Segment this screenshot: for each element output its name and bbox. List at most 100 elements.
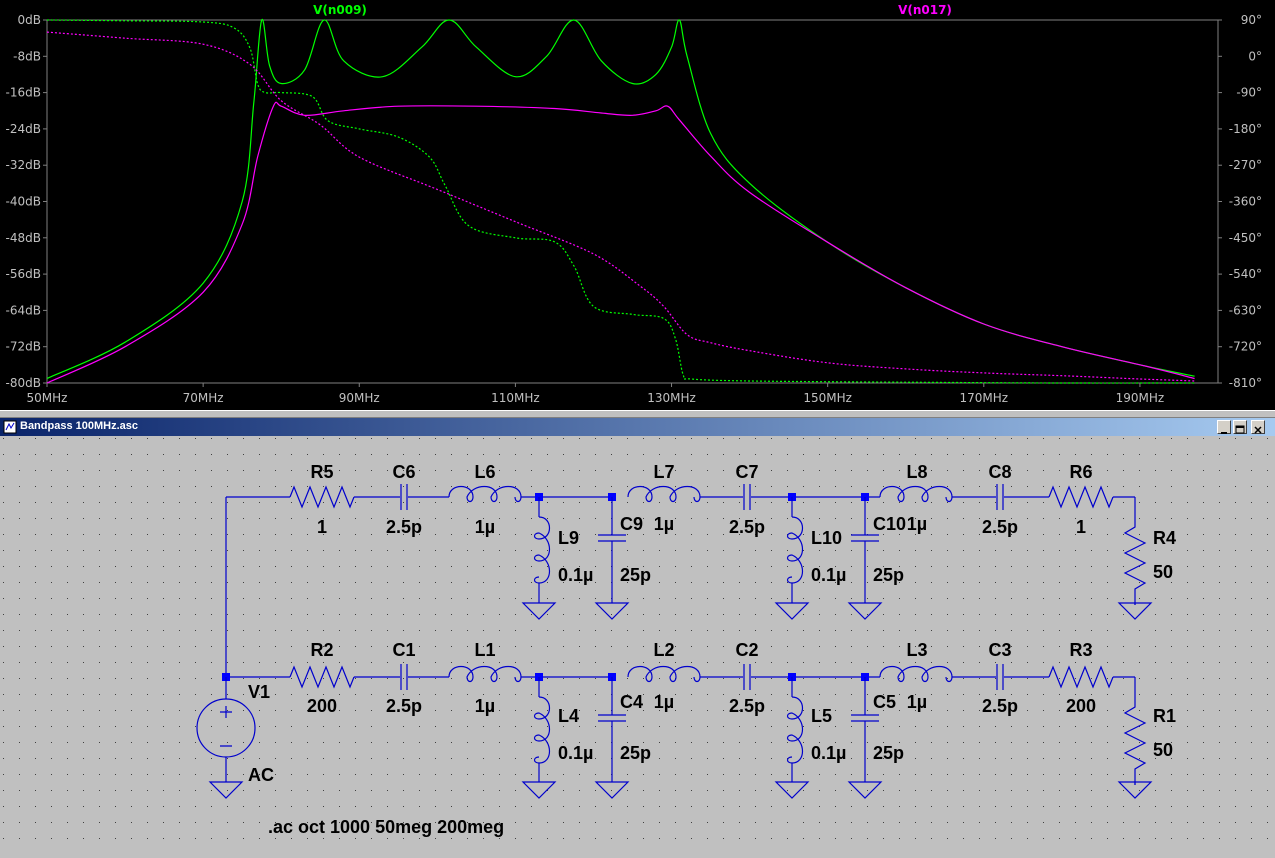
label-R4: R4 [1153,528,1176,548]
y-axis-left-ticks: 0dB -8dB -16dB -24dB -32dB -40dB -48dB -56dB -64… [6,13,47,390]
y-right-tick-label: 90° [1241,13,1262,27]
value-C10: 25p [873,565,904,585]
y-left-tick-label: -80dB [6,376,41,390]
label-C3: C3 [988,640,1011,660]
value-L2: 1µ [654,692,674,712]
label-R3: R3 [1069,640,1092,660]
x-tick-label: 90MHz [339,391,380,405]
minimize-button[interactable] [1217,420,1231,434]
plot-area[interactable] [46,19,1219,384]
y-right-tick-label: -360° [1229,195,1262,209]
spice-directive[interactable]: .ac oct 1000 50meg 200meg [268,817,504,837]
waveform-viewer[interactable]: 0dB -8dB -16dB -24dB -32dB -40dB -48dB -56dB -64… [0,0,1275,410]
label-C7: C7 [735,462,758,482]
x-tick-label: 70MHz [183,391,224,405]
y-right-tick-label: -630° [1229,303,1262,317]
label-L10: L10 [811,528,842,548]
label-L9: L9 [558,528,579,548]
y-left-tick-label: -24dB [6,122,41,136]
y-right-tick-label: -90° [1236,86,1262,100]
label-C10: C10 [873,514,906,534]
y-left-tick-label: -16dB [6,86,41,100]
x-tick-label: 110MHz [491,391,540,405]
label-C1: C1 [392,640,415,660]
y-right-tick-label: -450° [1229,231,1262,245]
value-C7: 2.5p [729,517,765,537]
y-left-tick-label: -8dB [13,49,41,63]
y-axis-right-ticks: 90° 0° -90° -180° -270° -360° -450° -540° -630° -… [1218,13,1262,390]
y-right-tick-label: -810° [1229,376,1262,390]
label-L4: L4 [558,706,579,726]
y-left-tick-label: -48dB [6,231,41,245]
y-right-tick-label: 0° [1248,49,1262,63]
trace-label-vn009[interactable]: V(n009) [313,3,367,17]
value-R3: 200 [1066,696,1096,716]
y-left-tick-label: -56dB [6,267,41,281]
value-C1: 2.5p [386,696,422,716]
label-C5: C5 [873,692,896,712]
y-right-tick-label: -720° [1229,340,1262,354]
source-name: V1 [248,682,270,702]
value-L9: 0.1µ [558,565,593,585]
schematic-titlebar[interactable]: Bandpass 100MHz.asc [0,418,1275,436]
label-C6: C6 [392,462,415,482]
x-tick-label: 150MHz [803,391,852,405]
label-R2: R2 [310,640,333,660]
label-L2: L2 [653,640,674,660]
value-L5: 0.1µ [811,743,846,763]
trace-label-vn017[interactable]: V(n017) [898,3,952,17]
label-C8: C8 [988,462,1011,482]
label-R6: R6 [1069,462,1092,482]
value-R4: 50 [1153,562,1173,582]
value-C5: 25p [873,743,904,763]
y-right-tick-label: -180° [1229,122,1262,136]
label-L5: L5 [811,706,832,726]
schematic-icon [3,420,17,434]
minimize-icon [1221,432,1227,434]
window-title: Bandpass 100MHz.asc [20,420,138,432]
x-tick-label: 130MHz [647,391,696,405]
value-R1: 50 [1153,740,1173,760]
y-left-tick-label: -40dB [6,195,41,209]
schematic-window[interactable]: Bandpass 100MHz.asc V1 AC R5 1 C6 2.5p L… [0,418,1275,858]
value-C2: 2.5p [729,696,765,716]
y-right-tick-label: -270° [1229,158,1262,172]
label-C4: C4 [620,692,643,712]
pane-splitter[interactable] [0,410,1275,418]
x-tick-label: 50MHz [27,391,68,405]
y-left-tick-label: -32dB [6,158,41,172]
y-left-tick-label: -72dB [6,340,41,354]
value-L8: 1µ [907,514,927,534]
label-L7: L7 [653,462,674,482]
value-R6: 1 [1076,517,1086,537]
value-C8: 2.5p [982,517,1018,537]
close-icon [1254,426,1262,434]
value-L7: 1µ [654,514,674,534]
close-button[interactable] [1251,420,1265,434]
label-L1: L1 [474,640,495,660]
maximize-button[interactable] [1233,420,1247,434]
x-axis-ticks: 50MHz 70MHz 90MHz 110MHz 130MHz 150MHz 170MHz 1… [27,383,1165,405]
value-C3: 2.5p [982,696,1018,716]
value-L10: 0.1µ [811,565,846,585]
label-R1: R1 [1153,706,1176,726]
bode-plot[interactable]: 0dB -8dB -16dB -24dB -32dB -40dB -48dB -56dB -64… [0,0,1275,410]
value-L6: 1µ [475,517,495,537]
maximize-icon [1235,425,1245,434]
schematic-canvas[interactable]: V1 AC R5 1 C6 2.5p L6 1µ L9 0.1µ C9 25p … [3,438,1269,852]
label-C2: C2 [735,640,758,660]
x-tick-label: 170MHz [960,391,1009,405]
source-value: AC [248,765,274,785]
label-C9: C9 [620,514,643,534]
x-tick-label: 190MHz [1116,391,1165,405]
y-left-tick-label: -64dB [6,303,41,317]
y-left-tick-label: 0dB [18,13,41,27]
value-C9: 25p [620,565,651,585]
value-L3: 1µ [907,692,927,712]
value-R2: 200 [307,696,337,716]
y-right-tick-label: -540° [1229,267,1262,281]
label-R5: R5 [310,462,333,482]
value-R5: 1 [317,517,327,537]
value-L4: 0.1µ [558,743,593,763]
label-L8: L8 [906,462,927,482]
